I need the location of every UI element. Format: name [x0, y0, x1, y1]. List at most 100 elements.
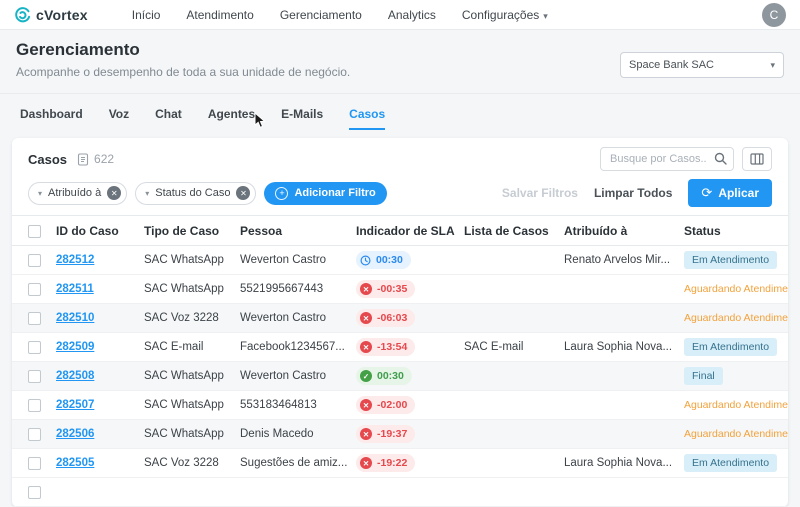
case-id-link[interactable]: 282508 — [56, 370, 94, 382]
table-row: 282512 SAC WhatsApp Weverton Castro 00:3… — [12, 246, 788, 275]
table-row-partial — [12, 478, 788, 507]
search-box — [600, 147, 734, 171]
case-assigned-cell: Laura Sophia Nova... — [564, 449, 684, 478]
case-type-cell: SAC WhatsApp — [144, 246, 240, 275]
case-id-link[interactable]: 282510 — [56, 312, 94, 324]
case-person-cell: Denis Macedo — [240, 420, 356, 449]
cases-count: 622 — [94, 152, 114, 166]
row-checkbox[interactable] — [28, 486, 41, 499]
tab-chat[interactable]: Chat — [155, 107, 182, 130]
case-status: Final — [684, 367, 723, 385]
case-list-cell — [464, 362, 564, 391]
table-row: 282507 SAC WhatsApp 553183464813 ✕ -02:0… — [12, 391, 788, 420]
apply-button[interactable]: ⟳ Aplicar — [688, 179, 772, 207]
business-unit-value: Space Bank SAC — [629, 59, 714, 71]
cases-table: ID do Caso Tipo de Caso Pessoa Indicador… — [12, 215, 788, 507]
row-checkbox[interactable] — [28, 399, 41, 412]
chevron-down-icon: ▾ — [145, 189, 149, 198]
case-list-cell — [464, 246, 564, 275]
row-checkbox[interactable] — [28, 370, 41, 383]
case-status-cell: Aguardando Atendimento - Space... — [684, 304, 788, 333]
column-header-status[interactable]: Status — [684, 216, 788, 246]
chevron-down-icon: ▾ — [770, 60, 775, 71]
case-type-cell: SAC Voz 3228 — [144, 449, 240, 478]
clock-icon — [360, 255, 371, 266]
case-person-cell: Facebook1234567... — [240, 333, 356, 362]
case-sla-cell: ✓ 00:30 — [356, 362, 464, 391]
case-id-link[interactable]: 282507 — [56, 399, 94, 411]
column-header-assigned[interactable]: Atribuído à — [564, 216, 684, 246]
business-unit-select[interactable]: Space Bank SAC ▾ — [620, 52, 784, 78]
column-header-id[interactable]: ID do Caso — [56, 216, 144, 246]
page-header: Gerenciamento Acompanhe o desempenho de … — [0, 30, 800, 94]
case-id-link[interactable]: 282505 — [56, 457, 94, 469]
case-status-cell: Em Atendimento — [684, 246, 788, 275]
case-id-cell: 282505 — [56, 449, 144, 478]
close-icon[interactable]: ✕ — [107, 186, 121, 200]
case-status-cell: Aguardando Atendimento - Space... — [684, 420, 788, 449]
save-filters-button[interactable]: Salvar Filtros — [502, 186, 578, 200]
case-sla-cell: ✕ -13:54 — [356, 333, 464, 362]
case-id-link[interactable]: 282509 — [56, 341, 94, 353]
page: { "topnav": { "logo_text": "cVortex", "i… — [0, 0, 800, 472]
case-status-cell: Em Atendimento — [684, 449, 788, 478]
row-checkbox[interactable] — [28, 341, 41, 354]
case-person-cell: Weverton Castro — [240, 362, 356, 391]
tab-dashboard[interactable]: Dashboard — [20, 107, 83, 130]
nav-item-configuracoes[interactable]: Configurações▾ — [462, 8, 548, 22]
user-avatar[interactable]: C — [762, 3, 786, 27]
row-checkbox[interactable] — [28, 312, 41, 325]
logo[interactable]: cVortex — [14, 6, 88, 23]
row-checkbox-cell — [12, 275, 56, 304]
row-checkbox-cell — [12, 391, 56, 420]
nav-item-inicio[interactable]: Início — [132, 8, 161, 22]
row-checkbox-cell — [12, 304, 56, 333]
sla-indicator: ✕ -00:35 — [356, 280, 415, 298]
logo-text: cVortex — [36, 7, 88, 23]
row-checkbox[interactable] — [28, 457, 41, 470]
sla-value: 00:30 — [377, 370, 404, 382]
case-id-cell: 282506 — [56, 420, 144, 449]
table-row: 282505 SAC Voz 3228 Sugestões de amiz...… — [12, 449, 788, 478]
case-type-cell: SAC WhatsApp — [144, 420, 240, 449]
case-id-cell: 282510 — [56, 304, 144, 333]
nav-item-gerenciamento[interactable]: Gerenciamento — [280, 8, 362, 22]
x-circle-icon: ✕ — [360, 399, 372, 411]
close-icon[interactable]: ✕ — [236, 186, 250, 200]
sla-indicator: 00:30 — [356, 251, 411, 269]
case-sla-cell: ✕ -00:35 — [356, 275, 464, 304]
row-checkbox[interactable] — [28, 254, 41, 267]
document-icon — [77, 153, 89, 166]
tab-agentes[interactable]: Agentes — [208, 107, 255, 130]
case-id-link[interactable]: 282512 — [56, 254, 94, 266]
columns-button[interactable] — [742, 147, 772, 171]
chevron-down-icon: ▾ — [543, 11, 548, 21]
case-person-cell: Weverton Castro — [240, 246, 356, 275]
table-row: 282508 SAC WhatsApp Weverton Castro ✓ 00… — [12, 362, 788, 391]
column-header-list[interactable]: Lista de Casos — [464, 216, 564, 246]
case-id-link[interactable]: 282506 — [56, 428, 94, 440]
case-person-cell: 553183464813 — [240, 391, 356, 420]
sla-indicator: ✓ 00:30 — [356, 367, 412, 385]
select-all-checkbox[interactable] — [28, 225, 41, 238]
column-header-person[interactable]: Pessoa — [240, 216, 356, 246]
case-id-link[interactable]: 282511 — [56, 283, 94, 295]
filter-chip-label: Status do Caso — [155, 187, 230, 199]
tab-voz[interactable]: Voz — [109, 107, 129, 130]
case-list-cell — [464, 420, 564, 449]
nav-item-atendimento[interactable]: Atendimento — [186, 8, 253, 22]
column-header-sla[interactable]: Indicador de SLA — [356, 216, 464, 246]
column-header-type[interactable]: Tipo de Caso — [144, 216, 240, 246]
row-checkbox[interactable] — [28, 283, 41, 296]
tab-emails[interactable]: E-Mails — [281, 107, 323, 130]
filter-chip-atribuido-a[interactable]: ▾ Atribuído à ✕ — [28, 182, 127, 205]
search-icon[interactable] — [714, 152, 727, 168]
case-status-cell: Aguardando Atendimento - Space... — [684, 391, 788, 420]
tab-casos[interactable]: Casos — [349, 107, 385, 130]
x-circle-icon: ✕ — [360, 283, 372, 295]
filter-chip-status-do-caso[interactable]: ▾ Status do Caso ✕ — [135, 182, 256, 205]
row-checkbox[interactable] — [28, 428, 41, 441]
clear-all-button[interactable]: Limpar Todos — [594, 186, 672, 200]
nav-item-analytics[interactable]: Analytics — [388, 8, 436, 22]
add-filter-button[interactable]: + Adicionar Filtro — [264, 182, 386, 205]
